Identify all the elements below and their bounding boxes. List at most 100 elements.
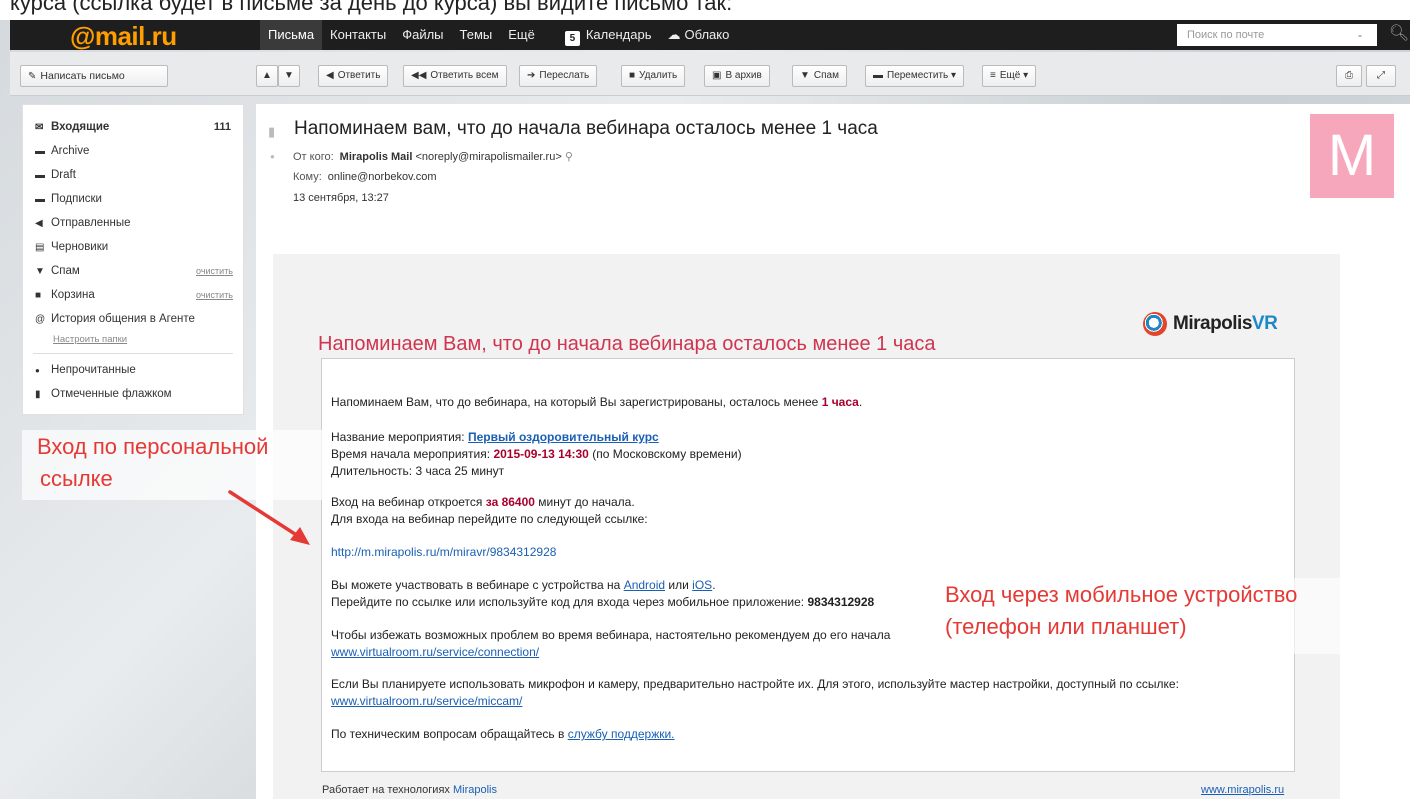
forward-label: Переслать [539,70,590,81]
follow-link-line: Для входа на вебинар перейдите по следую… [331,512,648,526]
folder-spam-label: Спам [51,265,80,277]
arrow-down-icon: ▼ [284,70,294,81]
caret-down-icon: ▾ [951,70,957,81]
nav-more[interactable]: Ещё [500,20,543,50]
clean-trash-link[interactable]: очистить [196,283,233,307]
nav-calendar[interactable]: 5 Календарь [557,20,660,50]
annotation-mobile-line1: Вход через мобильное устройство [945,582,1298,607]
folder-draft[interactable]: ▬ Draft [23,163,243,187]
clean-spam-link[interactable]: очистить [196,259,233,283]
filter-flagged-label: Отмеченные флажком [51,388,172,400]
to-address[interactable]: online@norbekov.com [328,171,437,183]
fullscreen-button[interactable]: ⤢ [1366,65,1396,87]
forward-icon: ➔ [527,70,536,81]
top-caption-strip: курса (ссылка будет в письме за день до … [0,0,1410,20]
reply-icon: ◀ [326,70,334,81]
spam-button[interactable]: ▼ Спам [792,65,847,87]
ios-link[interactable]: iOS [692,578,712,592]
print-button[interactable]: ⎙ [1336,65,1362,87]
intro-line: Напоминаем Вам, что до вебинара, на кото… [331,395,863,409]
reply-button[interactable]: ◀ Ответить [318,65,389,87]
code-line: Перейдите по ссылке или используйте код … [331,595,874,609]
mail-toolbar: ✎ Написать письмо ▲ ▼ ◀ Ответить ◀◀ Ответит… [10,52,1410,96]
annotation-personal-line1: Вход по персональной [37,434,269,459]
sidebar-divider [33,353,233,354]
folder-archive[interactable]: ▬ Archive [23,139,243,163]
main-nav: Письма Контакты Файлы Темы Ещё 5 Календар… [260,20,737,50]
annotation-arrow-icon [228,490,310,545]
search-icon[interactable]: 🔍︎ [1388,23,1410,45]
folder-agent-history[interactable]: @ История общения в Агенте [23,307,243,331]
filter-flagged[interactable]: ▮ Отмеченные флажком [23,382,243,406]
start-value: 2015-09-13 14:30 [493,447,589,461]
reply-all-icon: ◀◀ [411,70,427,81]
email-footer-powered: Работает на технологиях Mirapolis [322,784,497,796]
message-from: От кого: Mirapolis Mail <noreply@mirapoli… [293,150,573,163]
prev-message-button[interactable]: ▲ [256,65,278,87]
support-link[interactable]: службу поддержки. [568,727,675,741]
nav-calendar-label: Календарь [585,27,652,42]
opens-prefix: Вход на вебинар откроется [331,495,483,509]
mirapolis-logo-text: MirapolisVR [1173,313,1278,335]
email-heading: Напоминаем Вам, что до начала вебинара о… [318,333,936,355]
android-link[interactable]: Android [624,578,665,592]
from-email[interactable]: <noreply@mirapolismailer.ru> [415,151,561,163]
delete-button[interactable]: ■ Удалить [621,65,686,87]
pencil-icon: ✎ [28,71,37,82]
start-label: Время начала мероприятия: [331,447,491,461]
folder-sent[interactable]: ◀ Отправленные [23,211,243,235]
archive-button[interactable]: ▣ В архив [704,65,770,87]
next-message-button[interactable]: ▼ [278,65,300,87]
thumbs-down-icon: ▼ [800,70,810,81]
magnifier-icon[interactable]: ⚲ [565,151,573,163]
sent-icon: ◀ [35,218,43,229]
filter-unread[interactable]: ● Непрочитанные [23,358,243,382]
mirapolis-logo-icon [1143,312,1167,336]
avatar: M [1310,114,1394,198]
start-time-line: Время начала мероприятия: 2015-09-13 14:… [331,447,742,461]
connection-check-link[interactable]: www.virtualroom.ru/service/connection/ [331,645,539,659]
code-prefix: Перейдите по ссылке или используйте код … [331,595,805,609]
reply-all-button[interactable]: ◀◀ Ответить всем [403,65,507,87]
more-label: Ещё [999,70,1021,81]
mailru-logo[interactable]: @mail.ru [70,21,177,52]
bookmark-icon[interactable]: ▮ [268,124,275,140]
compose-button[interactable]: ✎ Написать письмо [20,65,168,87]
nav-files[interactable]: Файлы [394,20,451,50]
email-body-panel: MirapolisVR Напоминаем Вам, что до начал… [273,254,1340,799]
start-suffix: (по Московскому времени) [592,447,742,461]
setup-folders-link[interactable]: Настроить папки [23,331,243,351]
more-button[interactable]: ≡ Ещё ▾ [982,65,1037,87]
spam-icon: ▼ [35,266,45,277]
duration-line: Длительность: 3 часа 25 минут [331,464,505,478]
drafts-icon: ▤ [35,242,45,253]
reply-label: Ответить [337,70,381,81]
compose-label: Написать письмо [40,70,125,82]
personal-webinar-link[interactable]: http://m.mirapolis.ru/m/miravr/983431292… [331,545,556,559]
move-button[interactable]: ▬ Переместить ▾ [865,65,965,87]
search-input[interactable] [1177,24,1377,46]
expand-icon: ⤢ [1377,70,1385,81]
flag-icon: ▮ [35,389,41,400]
search-dropdown[interactable]: - [1358,24,1362,46]
folder-inbox[interactable]: ✉ Входящие 111 [23,115,243,139]
nav-letters[interactable]: Письма [260,20,323,50]
read-status-icon[interactable]: ● [270,152,275,161]
folder-trash[interactable]: ■ Корзина очистить [23,283,243,307]
from-name[interactable]: Mirapolis Mail [340,151,413,163]
menu-icon: ≡ [990,70,996,81]
trash-icon: ■ [629,70,636,81]
forward-button[interactable]: ➔ Переслать [519,65,598,87]
nav-contacts[interactable]: Контакты [322,20,394,50]
miccam-setup-link[interactable]: www.virtualroom.ru/service/miccam/ [331,694,522,708]
nav-themes[interactable]: Темы [452,20,501,50]
footer-brand-link[interactable]: Mirapolis [453,784,497,796]
folder-spam[interactable]: ▼ Спам очистить [23,259,243,283]
filter-unread-label: Непрочитанные [51,364,136,376]
event-link[interactable]: Первый оздоровительный курс [468,430,659,444]
folder-drafts[interactable]: ▤ Черновики [23,235,243,259]
folder-subscriptions[interactable]: ▬ Подписки [23,187,243,211]
nav-cloud[interactable]: ☁ Облако [659,20,737,50]
personal-link-line: http://m.mirapolis.ru/m/miravr/983431292… [331,545,556,559]
footer-site-link[interactable]: www.mirapolis.ru [1201,784,1284,796]
